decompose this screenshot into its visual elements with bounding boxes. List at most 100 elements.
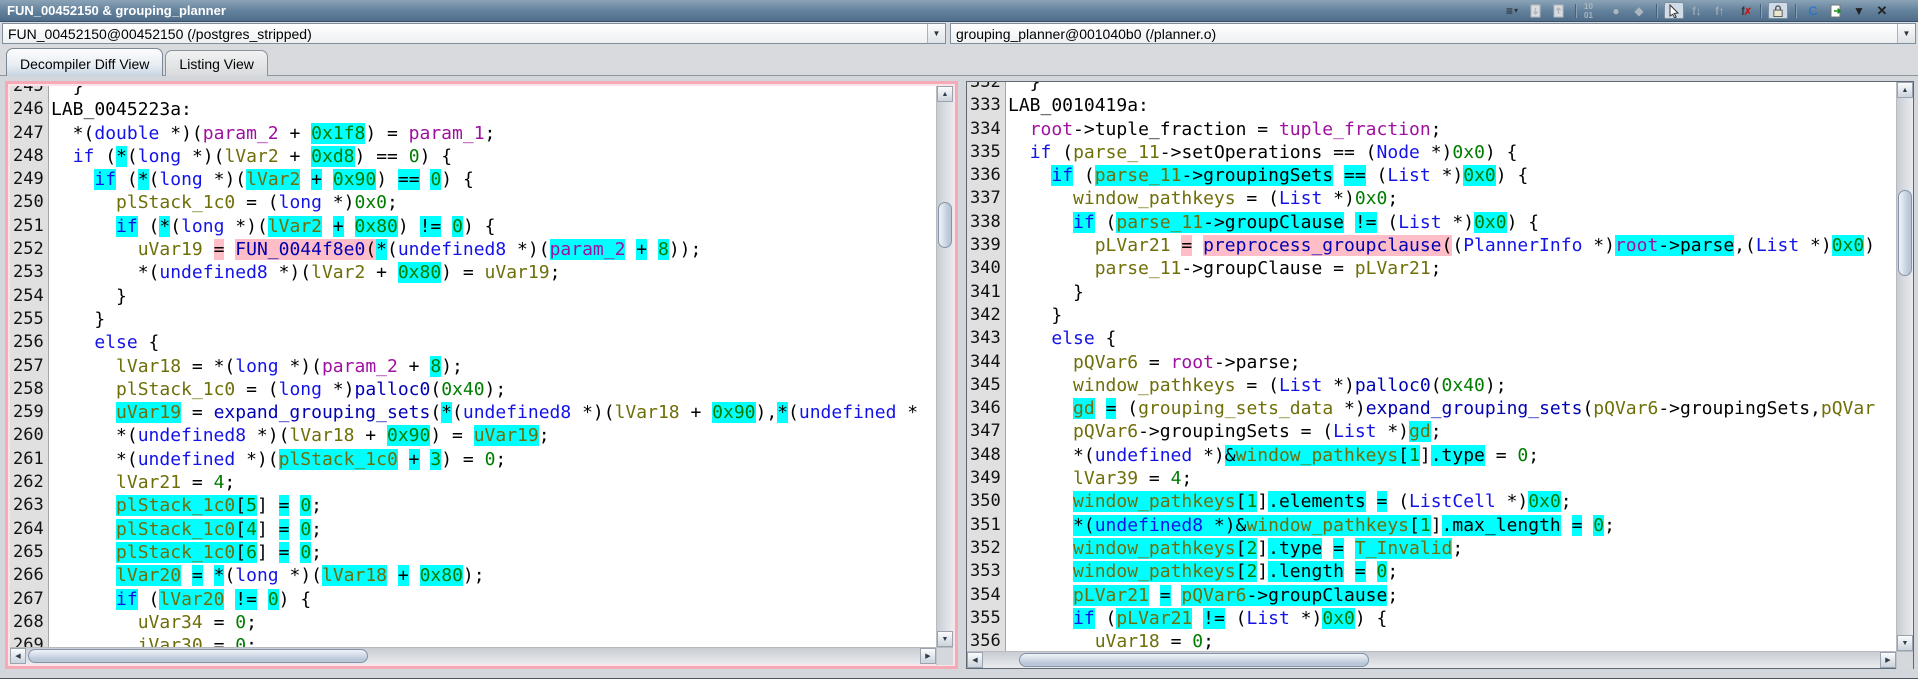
vertical-scroll-thumb[interactable] (1898, 190, 1912, 276)
code-line: pLVar21 = preprocess_groupclause((Planne… (1006, 234, 1896, 257)
toolbar-dropdown-icon[interactable]: ▼ (1849, 2, 1869, 19)
scroll-left-button[interactable]: ◀ (967, 652, 983, 668)
line-number: 259 (10, 401, 48, 424)
scroll-up-button[interactable]: ▲ (937, 86, 953, 102)
horizontal-scroll-thumb[interactable] (1019, 653, 1369, 667)
function-previous-icon[interactable]: f↑ (1710, 2, 1730, 19)
c-source-icon[interactable]: C (1803, 2, 1823, 19)
line-number: 352 (967, 537, 1005, 560)
code-line: parse_11->groupClause = pLVar21; (1006, 257, 1896, 280)
code-line: window_pathkeys = (List *)0x0; (1006, 187, 1896, 210)
horizontal-scroll-thumb[interactable] (28, 649, 368, 663)
line-number: 260 (10, 424, 48, 447)
code-line: window_pathkeys[1].elements = (ListCell … (1006, 490, 1896, 513)
code-line: lVar18 = *(long *)(param_2 + 8); (49, 355, 936, 378)
code-line: window_pathkeys = (List *)palloc0(0x40); (1006, 374, 1896, 397)
line-number-gutter-left: 2452462472482492502512522532542552562572… (10, 86, 49, 647)
scroll-up-button[interactable]: ▲ (1897, 82, 1913, 98)
line-number: 246 (10, 98, 48, 121)
export-icon[interactable] (1826, 2, 1846, 19)
function-next-icon[interactable]: f↓ (1687, 2, 1707, 19)
line-number: 347 (967, 420, 1005, 443)
line-number: 254 (10, 285, 48, 308)
scroll-down-button[interactable]: ▼ (937, 631, 953, 647)
left-selector-dropdown-icon[interactable]: ▼ (927, 24, 945, 43)
apply-markup-down-icon[interactable] (1525, 2, 1545, 19)
scroll-right-button[interactable]: ▶ (920, 648, 936, 664)
apply-markup-up-icon[interactable] (1548, 2, 1568, 19)
code-line: iVar30 = 0; (49, 634, 936, 647)
code-area-right[interactable]: } LAB_0010419a: root->tuple_fraction = tu… (1006, 82, 1896, 651)
code-line: if (*(long *)(lVar2 + 0x90) == 0) { (49, 168, 936, 191)
code-line: *(undefined8 *)&window_pathkeys[1].max_l… (1006, 514, 1896, 537)
menu-list-icon[interactable]: ≡▾ (1502, 2, 1522, 19)
code-line: } (1006, 304, 1896, 327)
line-number: 342 (967, 304, 1005, 327)
code-line: uVar19 = expand_grouping_sets(*(undefine… (49, 401, 936, 424)
right-selector-dropdown-icon[interactable]: ▼ (1897, 24, 1915, 43)
code-line: if (parse_11->groupingSets == (List *)0x… (1006, 164, 1896, 187)
vertical-scroll-thumb[interactable] (938, 202, 952, 248)
line-number: 350 (967, 490, 1005, 513)
toolbar-separator (1795, 4, 1796, 18)
function-remove-icon[interactable]: f✗ (1733, 2, 1753, 19)
code-line: } (49, 308, 936, 331)
code-line: pQVar6->groupingSets = (List *)gd; (1006, 420, 1896, 443)
cursor-tracking-icon[interactable] (1664, 2, 1684, 19)
diamond-icon[interactable]: ◆ (1629, 2, 1649, 19)
code-line: root->tuple_fraction = tuple_fraction; (1006, 118, 1896, 141)
left-function-selector[interactable]: FUN_00452150@00452150 (/postgres_strippe… (2, 23, 946, 44)
horizontal-scrollbar-left[interactable]: ◀ ▶ (10, 647, 953, 664)
circle-icon[interactable]: ● (1606, 2, 1626, 19)
vertical-scrollbar-right[interactable]: ▲ ▼ (1896, 82, 1913, 651)
code-line: pQVar6 = root->parse; (1006, 351, 1896, 374)
code-line: *(undefined *)&window_pathkeys[1].type =… (1006, 444, 1896, 467)
line-number: 245 (10, 86, 48, 98)
line-number: 264 (10, 518, 48, 541)
code-line: LAB_0010419a: (1006, 94, 1896, 117)
tab-listing-view[interactable]: Listing View (165, 50, 267, 76)
function-selector-row: FUN_00452150@00452150 (/postgres_strippe… (0, 22, 1918, 46)
line-number: 340 (967, 257, 1005, 280)
horizontal-scroll-track[interactable] (26, 648, 920, 664)
right-function-selector[interactable]: grouping_planner@001040b0 (/planner.o) ▼ (950, 23, 1916, 44)
line-number: 341 (967, 281, 1005, 304)
lock-scroll-icon[interactable] (1768, 2, 1788, 19)
code-line: window_pathkeys[2].length = 0; (1006, 560, 1896, 583)
binary-view-icon[interactable]: 10 01 (1583, 2, 1603, 19)
code-line: *(undefined8 *)(lVar2 + 0x80) = uVar19; (49, 261, 936, 284)
scroll-left-button[interactable]: ◀ (10, 648, 26, 664)
line-number: 356 (967, 630, 1005, 651)
tab-decompiler-diff-view[interactable]: Decompiler Diff View (6, 48, 163, 76)
code-area-left[interactable]: }LAB_0045223a: *(double *)(param_2 + 0x1… (49, 86, 936, 647)
line-number: 354 (967, 584, 1005, 607)
line-number: 250 (10, 191, 48, 214)
view-tabbar: Decompiler Diff View Listing View (0, 46, 1918, 76)
line-number: 334 (967, 118, 1005, 141)
line-number: 255 (10, 308, 48, 331)
scroll-right-button[interactable]: ▶ (1880, 652, 1896, 668)
vertical-scroll-track[interactable] (937, 102, 953, 631)
horizontal-scrollbar-right[interactable]: ◀ ▶ (967, 651, 1913, 668)
code-line: uVar18 = 0; (1006, 630, 1896, 651)
code-line: if (*(long *)(lVar2 + 0x80) != 0) { (49, 215, 936, 238)
line-number: 248 (10, 145, 48, 168)
line-number: 336 (967, 164, 1005, 187)
right-function-selector-value: grouping_planner@001040b0 (/planner.o) (951, 26, 1897, 42)
close-icon[interactable]: ✕ (1872, 2, 1892, 19)
line-number: 351 (967, 514, 1005, 537)
code-line: else { (49, 331, 936, 354)
function-comparison-window: FUN_00452150 & grouping_planner ≡▾10 01●… (0, 0, 1918, 679)
scroll-down-button[interactable]: ▼ (1897, 635, 1913, 651)
vertical-scrollbar-left[interactable]: ▲ ▼ (936, 86, 953, 647)
window-titlebar[interactable]: FUN_00452150 & grouping_planner ≡▾10 01●… (0, 0, 1918, 22)
line-number: 249 (10, 168, 48, 191)
code-line: window_pathkeys[2].type = T_Invalid; (1006, 537, 1896, 560)
line-number: 353 (967, 560, 1005, 583)
diff-main-area: 2452462472482492502512522532542552562572… (0, 76, 1918, 679)
vertical-scroll-track[interactable] (1897, 98, 1913, 635)
code-line: if (*(long *)(lVar2 + 0xd8) == 0) { (49, 145, 936, 168)
code-line: } (49, 285, 936, 308)
code-line: plStack_1c0[5] = 0; (49, 494, 936, 517)
horizontal-scroll-track[interactable] (983, 652, 1880, 668)
